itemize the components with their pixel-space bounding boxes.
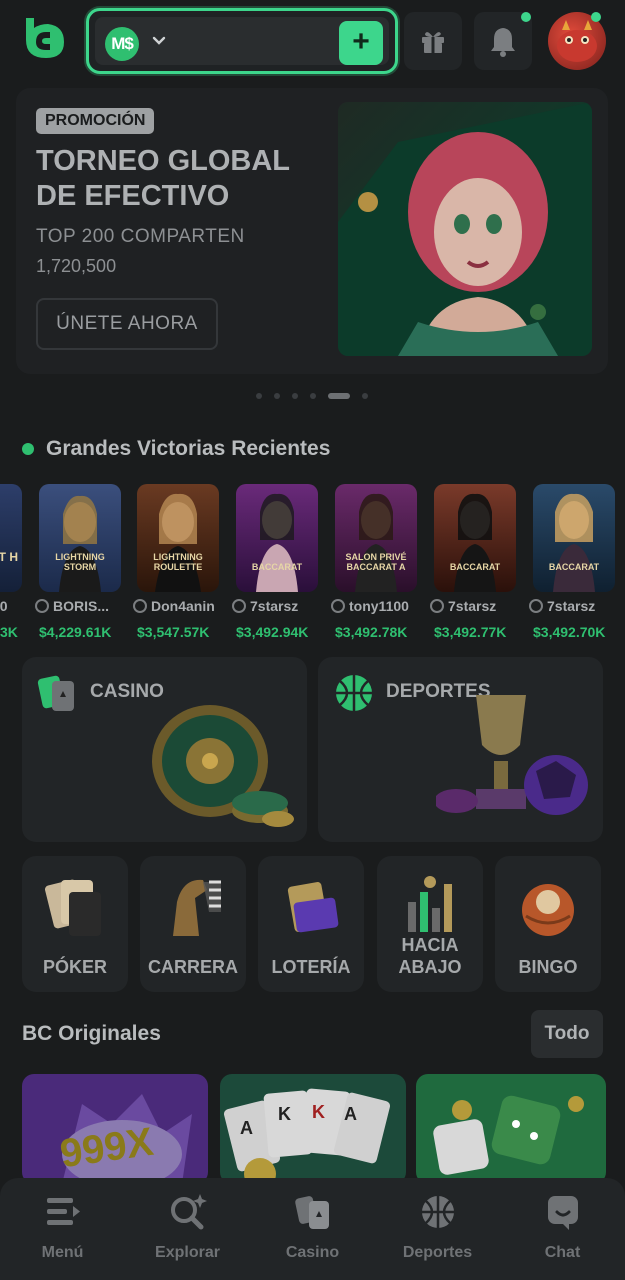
bingo-ball-icon: [518, 872, 578, 942]
win-username: 7starsz: [529, 598, 625, 614]
search-sparkle-icon: [168, 1192, 208, 1232]
chart-bars-icon: [400, 872, 460, 942]
horse-icon: [163, 872, 223, 942]
nav-menu[interactable]: Menú: [0, 1192, 125, 1262]
win-item[interactable]: BACCARAT 7starsz $3,492.70K: [529, 484, 615, 640]
win-amount: $3,492.70K: [533, 624, 606, 640]
bingo-label: BINGO: [518, 957, 578, 977]
svg-text:A: A: [240, 1118, 253, 1138]
trophy-image: [434, 685, 596, 842]
game-thumbnail: BACCARAT: [236, 484, 318, 592]
wallet-inner: M$ +: [95, 17, 389, 65]
win-item[interactable]: LIGHTNING STORM BORIS... $4,229.61K: [35, 484, 121, 640]
menu-icon: [43, 1192, 83, 1232]
avatar-status-badge: [591, 12, 601, 22]
racing-label: CARRERA: [148, 957, 238, 977]
lottery-label: LOTERÍA: [271, 957, 351, 977]
win-item[interactable]: BACCARAT 7starsz $3,492.94K: [232, 484, 318, 640]
svg-text:K: K: [278, 1104, 291, 1124]
promo-amount: 1,720,500: [36, 256, 117, 276]
win-item[interactable]: BACCARAT 7starsz $3,492.77K: [430, 484, 516, 640]
recent-wins-list: IVE T H 00 3K LIGHTNING STORM BORIS... $…: [0, 484, 625, 644]
original-game-card[interactable]: [416, 1074, 606, 1184]
roulette-image: [140, 691, 300, 842]
wallet-selector[interactable]: M$ +: [86, 8, 398, 74]
poker-label: PÓKER: [42, 957, 107, 977]
chevron-down-icon[interactable]: [151, 33, 167, 54]
game-thumbnail: BACCARAT: [434, 484, 516, 592]
svg-text:K: K: [312, 1102, 325, 1122]
game-thumbnail: SALON PRIVÉ BACCARAT A: [335, 484, 417, 592]
nav-explore[interactable]: Explorar: [125, 1192, 250, 1262]
nav-chat[interactable]: Chat: [500, 1192, 625, 1262]
cards-icon: [293, 1192, 333, 1232]
crash-label: HACIA ABAJO: [398, 935, 462, 977]
win-item[interactable]: SALON PRIVÉ BACCARAT A tony1100 $3,492.7…: [331, 484, 417, 640]
nav-sports[interactable]: Deportes: [375, 1192, 500, 1262]
notification-badge: [521, 12, 531, 22]
win-username: Don4anin: [133, 598, 233, 614]
crash-category-card[interactable]: HACIA ABAJO: [377, 856, 483, 992]
bingo-category-card[interactable]: BINGO: [495, 856, 601, 992]
win-username: BORIS...: [35, 598, 135, 614]
poker-cards-icon: [45, 872, 105, 942]
lottery-ticket-icon: [281, 872, 341, 942]
gift-button[interactable]: [404, 12, 462, 70]
win-amount: $3,492.78K: [335, 624, 408, 640]
sports-category-card[interactable]: DEPORTES: [318, 657, 603, 842]
win-username: tony1100: [331, 598, 431, 614]
promo-subtitle: TOP 200 COMPARTEN: [36, 226, 245, 247]
promo-banner[interactable]: PROMOCIÓN TORNEO GLOBAL DE EFECTIVO TOP …: [16, 88, 608, 374]
gift-icon: [422, 32, 444, 53]
lottery-category-card[interactable]: LOTERÍA: [258, 856, 364, 992]
casino-cards-icon: [36, 671, 80, 720]
win-amount: $3,492.94K: [236, 624, 309, 640]
original-game-card[interactable]: A K K A: [220, 1074, 406, 1184]
bell-icon: [491, 28, 515, 57]
top-bar: M$ +: [0, 0, 625, 84]
racing-category-card[interactable]: CARRERA: [140, 856, 246, 992]
view-all-button[interactable]: Todo: [531, 1010, 603, 1058]
win-username: 7starsz: [232, 598, 332, 614]
join-now-button[interactable]: ÚNETE AHORA: [36, 298, 218, 350]
basketball-icon: [334, 673, 374, 718]
win-item[interactable]: IVE T H 00 3K: [0, 484, 22, 640]
promo-tag: PROMOCIÓN: [36, 108, 155, 134]
win-item[interactable]: LIGHTNING ROULETTE Don4anin $3,547.57K: [133, 484, 219, 640]
chat-icon: [543, 1192, 583, 1232]
win-amount: $3,492.77K: [434, 624, 507, 640]
deposit-button[interactable]: +: [339, 21, 383, 65]
nav-casino[interactable]: Casino: [250, 1192, 375, 1262]
win-amount: $3,547.57K: [137, 624, 210, 640]
casino-category-card[interactable]: CASINO: [22, 657, 307, 842]
win-amount: $4,229.61K: [39, 624, 112, 640]
game-thumbnail: BACCARAT: [533, 484, 615, 592]
poker-category-card[interactable]: PÓKER: [22, 856, 128, 992]
promo-character-image: [338, 102, 592, 356]
originals-title: BC Originales: [22, 1022, 161, 1045]
game-thumbnail: LIGHTNING STORM: [39, 484, 121, 592]
game-thumbnail: LIGHTNING ROULETTE: [137, 484, 219, 592]
basketball-icon: [418, 1192, 458, 1232]
win-username: 7starsz: [430, 598, 530, 614]
svg-text:A: A: [344, 1104, 357, 1124]
carousel-indicator[interactable]: [256, 386, 380, 399]
recent-wins-title: Grandes Victorias Recientes: [46, 437, 331, 460]
live-dot-icon: [22, 443, 34, 455]
currency-icon: M$: [105, 27, 139, 61]
bottom-navigation: Menú Explorar Casino Deportes Chat: [0, 1178, 625, 1280]
original-game-card[interactable]: 999X: [22, 1074, 208, 1184]
bc-logo-icon[interactable]: [20, 14, 68, 62]
promo-title: TORNEO GLOBAL DE EFECTIVO: [36, 145, 290, 212]
